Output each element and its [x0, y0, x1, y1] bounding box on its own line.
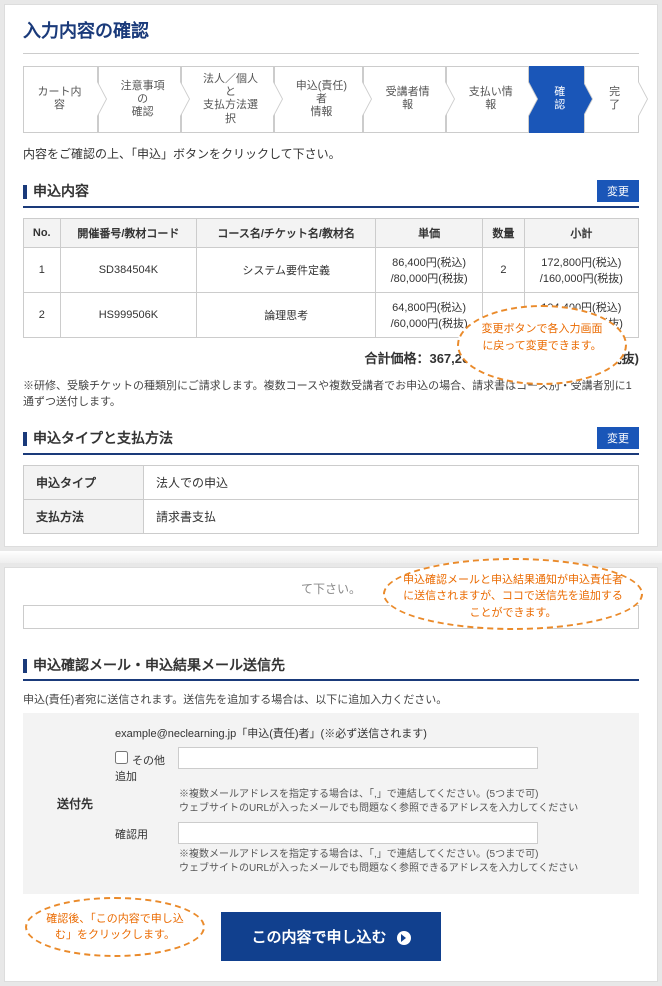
- submit-button[interactable]: この内容で申し込む: [221, 912, 440, 961]
- step-4[interactable]: 受講者情報: [363, 66, 446, 133]
- send-block: 送付先 example@neclearning.jp「申込(責任)者」(※必ず送…: [23, 713, 639, 894]
- lower-panel: て下さい。 申込確認メールと申込結果通知が申込責任者に送信されますが、ココで送信…: [4, 567, 658, 982]
- upper-panel: 入力内容の確認 カート内容注意事項の 確認法人／個人と 支払方法選択申込(責任)…: [4, 4, 658, 547]
- section-pay-head: 申込タイプと支払方法 変更: [23, 423, 639, 455]
- pay-table: 申込タイプ法人での申込支払方法請求書支払: [23, 465, 639, 534]
- instruction-text: 内容をご確認の上、「申込」ボタンをクリックして下さい。: [23, 145, 639, 162]
- other-add-input[interactable]: [178, 747, 538, 769]
- step-5[interactable]: 支払い情報: [446, 66, 529, 133]
- helper-text-2: ※複数メールアドレスを指定する場合は、「,」で連結してください。(5つまで可) …: [179, 848, 627, 876]
- helper-text-1: ※複数メールアドレスを指定する場合は、「,」で連結してください。(5つまで可) …: [179, 788, 627, 816]
- send-label: 送付先: [35, 725, 115, 882]
- section-order-title: 申込内容: [23, 181, 89, 201]
- section-mail-head: 申込確認メール・申込結果メール送信先: [23, 651, 639, 681]
- callout-submit: 確認後、「この内容で申し込む」をクリックします。: [25, 897, 205, 957]
- confirm-input[interactable]: [178, 822, 538, 844]
- other-add-checkbox[interactable]: [115, 751, 128, 764]
- step-1[interactable]: 注意事項の 確認: [98, 66, 181, 133]
- change-order-button[interactable]: 変更: [597, 180, 639, 202]
- callout-change: 変更ボタンで各入力画面に戻って変更できます。: [457, 305, 627, 385]
- mail-note: 申込(責任)者宛に送信されます。送信先を追加する場合は、以下に追加入力ください。: [23, 691, 639, 707]
- step-3[interactable]: 申込(責任)者 情報: [274, 66, 363, 133]
- table-row: 1SD384504Kシステム要件定義86,400円(税込) /80,000円(税…: [24, 247, 639, 292]
- section-pay-title: 申込タイプと支払方法: [23, 428, 173, 448]
- order-header-row: No.開催番号/教材コードコース名/チケット名/教材名単価数量小計: [24, 218, 639, 247]
- confirm-label: 確認用: [115, 822, 175, 842]
- change-pay-button[interactable]: 変更: [597, 427, 639, 449]
- section-order-head: 申込内容 変更: [23, 176, 639, 208]
- step-0[interactable]: カート内容: [23, 66, 98, 133]
- section-mail-title: 申込確認メール・申込結果メール送信先: [23, 655, 285, 675]
- step-2[interactable]: 法人／個人と 支払方法選択: [181, 66, 274, 133]
- arrow-right-icon: [397, 931, 411, 945]
- fixed-recipient: example@neclearning.jp「申込(責任)者」(※必ず送信されま…: [115, 725, 627, 741]
- step-nav: カート内容注意事項の 確認法人／個人と 支払方法選択申込(責任)者 情報受講者情…: [23, 66, 639, 133]
- page-title: 入力内容の確認: [23, 17, 639, 54]
- callout-mail: 申込確認メールと申込結果通知が申込責任者に送信されますが、ココで送信先を追加する…: [383, 558, 643, 630]
